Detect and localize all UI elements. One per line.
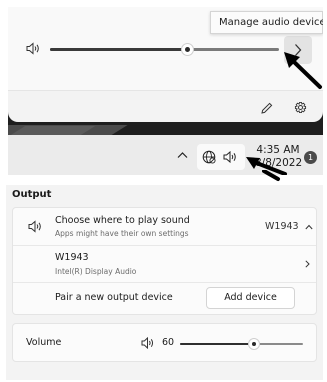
quick-settings-screenshot: Manage audio devices 4:35 AM 8/8/2022 1: [8, 7, 323, 175]
output-card: Choose where to play sound Apps might ha…: [12, 207, 317, 315]
choose-output-title: Choose where to play sound: [55, 215, 190, 226]
pencil-icon[interactable]: [260, 101, 274, 115]
speaker-icon: [28, 220, 41, 233]
sound-settings-screenshot: Output Choose where to play sound Apps m…: [6, 185, 323, 380]
globe-icon: [202, 150, 216, 164]
choose-output-row[interactable]: Choose where to play sound Apps might ha…: [13, 208, 316, 246]
choose-output-subtitle: Apps might have their own settings: [55, 229, 189, 238]
chevron-up-icon[interactable]: [177, 151, 188, 159]
quick-settings-panel: Manage audio devices: [8, 7, 323, 122]
annotation-arrow-icon: [284, 52, 322, 89]
volume-section: Manage audio devices: [8, 7, 323, 91]
pair-device-label: Pair a new output device: [55, 292, 173, 303]
gear-icon[interactable]: [293, 100, 308, 115]
chevron-up-icon[interactable]: [305, 224, 313, 230]
add-device-button[interactable]: Add device: [206, 287, 295, 309]
volume-label: Volume: [26, 337, 62, 348]
pair-device-row: Pair a new output device Add device: [13, 282, 316, 315]
selected-output-device: W1943: [265, 221, 299, 232]
chevron-right-icon: [305, 260, 310, 268]
output-device-row[interactable]: W1943 Intel(R) Display Audio: [13, 245, 316, 283]
volume-value: 60: [162, 337, 175, 348]
annotation-arrow-tail-icon: [262, 170, 280, 181]
notification-badge[interactable]: 1: [304, 151, 317, 164]
desktop-wallpaper-stripe: [10, 126, 96, 135]
volume-slider-fill: [50, 48, 187, 51]
manage-audio-tooltip: Manage audio devices: [210, 11, 323, 34]
output-device-description: Intel(R) Display Audio: [55, 267, 137, 276]
speaker-icon[interactable]: [141, 337, 155, 349]
volume-slider-thumb[interactable]: [248, 338, 260, 350]
volume-card: Volume 60: [12, 323, 317, 362]
volume-slider-fill: [180, 343, 254, 345]
output-device-name: W1943: [55, 252, 89, 263]
volume-slider-thumb[interactable]: [181, 43, 194, 56]
speaker-icon[interactable]: [26, 42, 41, 55]
output-section-title: Output: [12, 189, 52, 200]
